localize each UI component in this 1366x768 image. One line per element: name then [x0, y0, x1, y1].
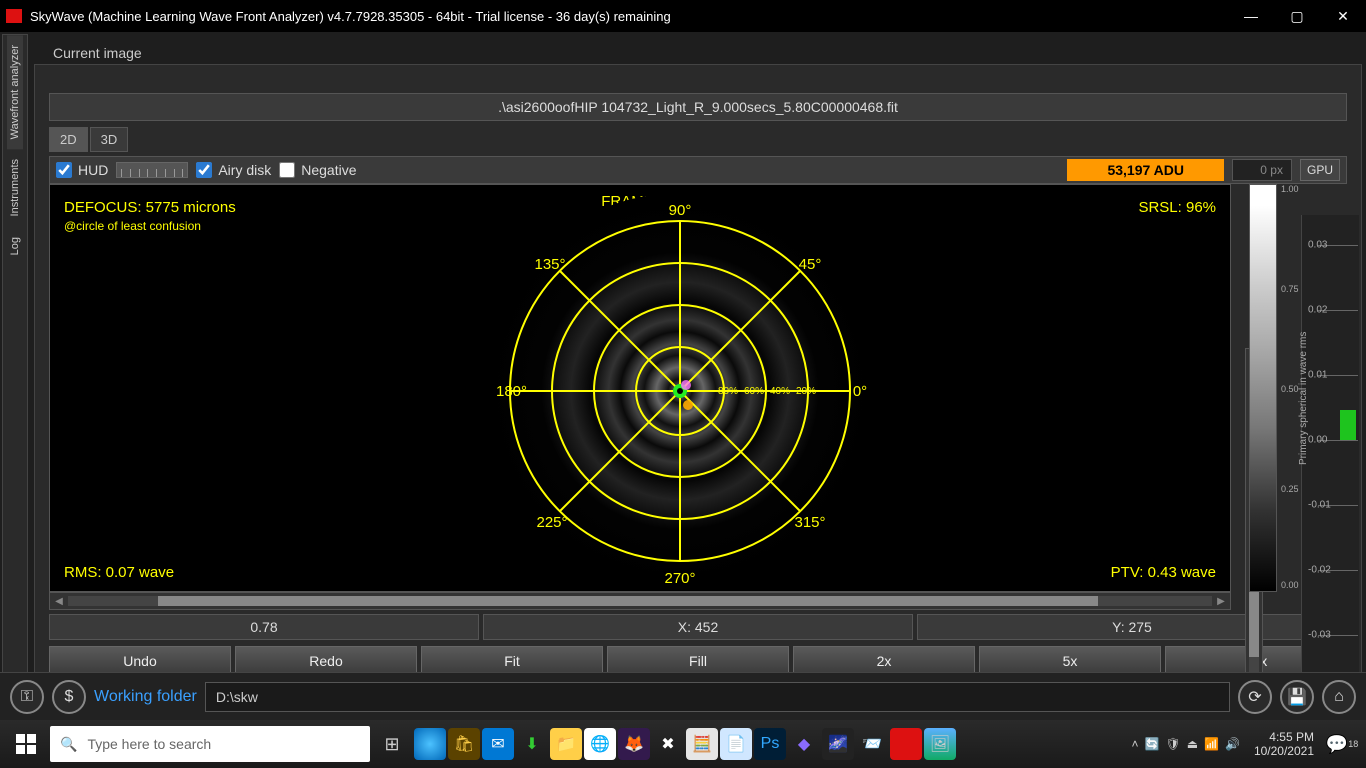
tab-log[interactable]: Log: [7, 227, 23, 265]
file-path-bar[interactable]: .\asi2600oofHIP 104732_Light_R_9.000secs…: [49, 93, 1347, 121]
task-view-icon[interactable]: ⊞: [372, 724, 412, 764]
ptv-label: PTV: 0.43 wave: [1111, 564, 1216, 581]
negative-toggle[interactable]: Negative: [279, 162, 356, 178]
sync-icon[interactable]: 🔄: [1145, 737, 1160, 751]
svg-text:90°: 90°: [669, 202, 692, 219]
photos-icon[interactable]: 🖼: [924, 728, 956, 760]
close-button[interactable]: ✕: [1320, 0, 1366, 32]
eject-icon[interactable]: ⏏: [1187, 737, 1198, 751]
calculator-icon[interactable]: 🧮: [686, 728, 718, 760]
taskbar-clock[interactable]: 4:55 PM 10/20/2021: [1248, 730, 1320, 759]
downloads-icon[interactable]: ⬇: [516, 728, 548, 760]
circle-confusion-label: @circle of least confusion: [64, 219, 201, 233]
image-viewer[interactable]: DEFOCUS: 5775 microns @circle of least c…: [49, 184, 1231, 592]
svg-text:45°: 45°: [799, 256, 822, 273]
maximize-button[interactable]: ▢: [1274, 0, 1320, 32]
explorer-icon[interactable]: 📁: [550, 728, 582, 760]
airy-checkbox[interactable]: [196, 162, 212, 178]
gpu-button[interactable]: GPU: [1300, 159, 1340, 181]
intensity-colorbar: [1249, 184, 1277, 592]
hud-toggle[interactable]: HUD: [56, 162, 108, 178]
diffraction-compass: 0° 45° 90° 135° 180° 225° 270° 315° 80% …: [480, 191, 880, 591]
save-icon[interactable]: 💾: [1280, 680, 1314, 714]
x-app-icon[interactable]: ✖: [652, 728, 684, 760]
key-icon[interactable]: ⚿: [10, 680, 44, 714]
px-readout: 0 px: [1232, 159, 1292, 181]
system-tray[interactable]: ˄ 🔄 🛡 ⏏ 📶 🔊: [1131, 737, 1245, 751]
taskbar-search[interactable]: 🔍 Type here to search: [50, 726, 370, 762]
hud-checkbox[interactable]: [56, 162, 72, 178]
shield-icon[interactable]: 🛡: [1165, 737, 1180, 751]
minimize-button[interactable]: —: [1228, 0, 1274, 32]
viewer-horizontal-scrollbar[interactable]: ◀ ▶: [49, 592, 1231, 610]
left-tab-strip: Wavefront analyzer Instruments Log: [2, 34, 28, 674]
search-placeholder: Type here to search: [87, 736, 211, 752]
notifications-icon[interactable]: 💬18: [1322, 724, 1362, 764]
tab-3d[interactable]: 3D: [90, 127, 129, 152]
working-folder-label: Working folder: [94, 688, 197, 706]
start-button[interactable]: [4, 724, 48, 764]
windows-taskbar[interactable]: 🔍 Type here to search ⊞ 🛍 ✉ ⬇ 📁 🌐 🦊 ✖ 🧮 …: [0, 720, 1366, 768]
mail-icon[interactable]: ✉: [482, 728, 514, 760]
adu-readout: 53,197 ADU: [1067, 159, 1224, 181]
panel-title: Current image: [53, 45, 142, 61]
svg-text:180°: 180°: [496, 383, 527, 400]
home-icon[interactable]: ⌂: [1322, 680, 1356, 714]
search-icon: 🔍: [60, 736, 77, 753]
status-footer: ⚿ $ Working folder ⟳ 💾 ⌂: [0, 672, 1366, 720]
tab-wavefront-analyzer[interactable]: Wavefront analyzer: [7, 35, 23, 149]
svg-text:225°: 225°: [536, 514, 567, 531]
svg-text:0°: 0°: [853, 383, 867, 400]
spherical-mini-chart: Primary spherical in wave rms 0.03 0.02 …: [1301, 215, 1359, 725]
scroll-left-icon[interactable]: ◀: [50, 593, 68, 609]
zoom-readout: 0.78: [49, 614, 479, 640]
volume-icon[interactable]: 🔊: [1225, 737, 1240, 751]
view-mode-tabs: 2D 3D: [49, 127, 1347, 152]
rms-label: RMS: 0.07 wave: [64, 564, 174, 581]
app-icon: [6, 9, 22, 23]
svg-text:20%: 20%: [796, 386, 816, 397]
negative-checkbox[interactable]: [279, 162, 295, 178]
srsl-label: SRSL: 96%: [1138, 199, 1216, 216]
globe-icon[interactable]: 🌌: [822, 728, 854, 760]
brightness-slider[interactable]: [116, 162, 188, 178]
app-body: Wavefront analyzer Instruments Log Curre…: [0, 32, 1366, 720]
chrome-icon[interactable]: 🌐: [584, 728, 616, 760]
defocus-label: DEFOCUS: 5775 microns: [64, 199, 236, 216]
svg-text:40%: 40%: [770, 386, 790, 397]
svg-text:60%: 60%: [744, 386, 764, 397]
working-folder-input[interactable]: [205, 682, 1230, 712]
firefox-icon[interactable]: 🦊: [618, 728, 650, 760]
window-title: SkyWave (Machine Learning Wave Front Ana…: [30, 9, 1228, 24]
current-image-panel: Current image .\asi2600oofHIP 104732_Lig…: [34, 64, 1362, 704]
skywave-taskbar-icon[interactable]: [890, 728, 922, 760]
window-titlebar: SkyWave (Machine Learning Wave Front Ana…: [0, 0, 1366, 32]
svg-text:80%: 80%: [718, 386, 738, 397]
airy-disk-toggle[interactable]: Airy disk: [196, 162, 271, 178]
wifi-icon[interactable]: 📶: [1204, 737, 1219, 751]
photoshop-icon[interactable]: Ps: [754, 728, 786, 760]
store-icon[interactable]: 🛍: [448, 728, 480, 760]
chevron-up-icon[interactable]: ˄: [1131, 737, 1138, 751]
edge-icon[interactable]: [414, 728, 446, 760]
tab-2d[interactable]: 2D: [49, 127, 88, 152]
dollar-icon[interactable]: $: [52, 680, 86, 714]
viewer-toolbar: HUD Airy disk Negative 53,197 ADU 0 px G…: [49, 156, 1347, 184]
diamond-icon[interactable]: ◆: [788, 728, 820, 760]
send-icon[interactable]: 📨: [856, 728, 888, 760]
notes-icon[interactable]: 📄: [720, 728, 752, 760]
refresh-icon[interactable]: ⟳: [1238, 680, 1272, 714]
x-readout: X: 452: [483, 614, 913, 640]
svg-text:270°: 270°: [664, 570, 695, 587]
tab-instruments[interactable]: Instruments: [7, 149, 23, 226]
svg-text:315°: 315°: [794, 514, 825, 531]
y-readout: Y: 275: [917, 614, 1347, 640]
svg-text:135°: 135°: [534, 256, 565, 273]
spherical-value-bar: [1340, 410, 1356, 440]
scroll-right-icon[interactable]: ▶: [1212, 593, 1230, 609]
cursor-readouts: 0.78 X: 452 Y: 275: [49, 614, 1347, 640]
hscroll-thumb[interactable]: [158, 596, 1098, 606]
